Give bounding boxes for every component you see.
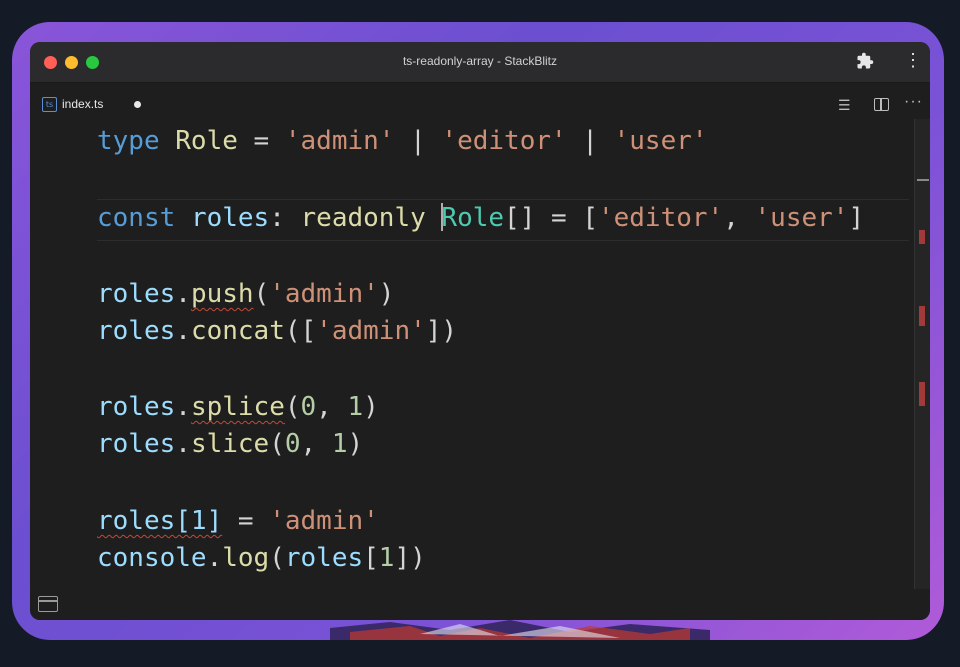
- unsaved-indicator-icon[interactable]: [134, 101, 141, 108]
- tab-bar: ts index.ts ☰ ···: [30, 83, 930, 119]
- code-line-2: const roles: readonly Role[] = ['editor'…: [97, 203, 865, 233]
- terminal-icon[interactable]: [38, 596, 58, 612]
- tab-label: index.ts: [62, 97, 104, 111]
- code-line-1: type Role = 'admin' | 'editor' | 'user': [97, 126, 708, 156]
- title-bar: ts-readonly-array - StackBlitz ⋮: [30, 42, 930, 83]
- error-marker: [919, 382, 925, 406]
- lines-icon[interactable]: ☰: [838, 97, 851, 114]
- status-bar: [30, 589, 930, 620]
- editor-scrollbar[interactable]: [914, 119, 930, 589]
- code-line-3: roles.push('admin'): [97, 279, 395, 309]
- typescript-file-icon: ts: [42, 97, 57, 112]
- more-icon[interactable]: ···: [904, 93, 923, 111]
- code-line-8: console.log(roles[1]): [97, 543, 426, 573]
- window-title: ts-readonly-array - StackBlitz: [402, 54, 558, 68]
- error-marker: [919, 306, 925, 326]
- code-line-5: roles.splice(0, 1): [97, 392, 379, 422]
- split-editor-icon[interactable]: [874, 98, 889, 111]
- kebab-menu-icon[interactable]: ⋮: [904, 50, 922, 71]
- code-line-7: roles[1] = 'admin': [97, 506, 379, 536]
- code-editor[interactable]: type Role = 'admin' | 'editor' | 'user' …: [30, 119, 914, 589]
- error-marker: [919, 230, 925, 244]
- puzzle-icon[interactable]: [856, 52, 874, 70]
- scroll-thumb[interactable]: [917, 179, 929, 181]
- background-artwork: [330, 620, 710, 640]
- tab-index-ts[interactable]: ts index.ts: [30, 83, 150, 119]
- code-line-4: roles.concat(['admin']): [97, 316, 458, 346]
- code-line-6: roles.slice(0, 1): [97, 429, 364, 459]
- editor-window: ts-readonly-array - StackBlitz ⋮ ts inde…: [30, 42, 930, 620]
